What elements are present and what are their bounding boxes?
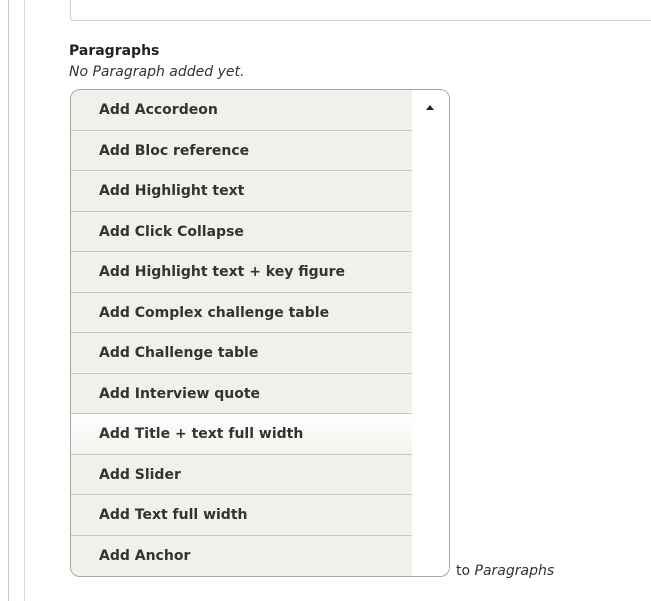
add-anchor-button[interactable]: Add Anchor — [71, 535, 412, 576]
add-paragraph-dropbutton: Add Accordeon Add Bloc reference Add Hig… — [70, 89, 450, 577]
page: Paragraphs No Paragraph added yet. Add A… — [0, 0, 651, 601]
add-accordeon-button[interactable]: Add Accordeon — [71, 90, 412, 131]
chevron-up-icon — [426, 105, 434, 110]
add-title-text-full-width-button[interactable]: Add Title + text full width — [71, 414, 412, 455]
add-interview-quote-button[interactable]: Add Interview quote — [71, 373, 412, 414]
field-description: No Paragraph added yet. — [69, 64, 245, 80]
suffix-target: Paragraphs — [474, 563, 555, 579]
previous-field-box — [70, 0, 651, 21]
layout-rule — [24, 0, 25, 601]
dropbutton-toggle-button[interactable] — [412, 90, 449, 576]
add-to-suffix: to Paragraphs — [456, 563, 554, 579]
add-click-collapse-button[interactable]: Add Click Collapse — [71, 211, 412, 252]
add-highlight-text-key-figure-button[interactable]: Add Highlight text + key figure — [71, 252, 412, 293]
field-label: Paragraphs — [69, 43, 160, 59]
suffix-prefix: to — [456, 563, 471, 579]
add-text-full-width-button[interactable]: Add Text full width — [71, 495, 412, 536]
layout-rule — [8, 0, 9, 601]
add-complex-challenge-table-button[interactable]: Add Complex challenge table — [71, 292, 412, 333]
add-highlight-text-button[interactable]: Add Highlight text — [71, 171, 412, 212]
dropbutton-list: Add Accordeon Add Bloc reference Add Hig… — [71, 90, 413, 576]
add-challenge-table-button[interactable]: Add Challenge table — [71, 333, 412, 374]
add-slider-button[interactable]: Add Slider — [71, 454, 412, 495]
add-bloc-reference-button[interactable]: Add Bloc reference — [71, 130, 412, 171]
